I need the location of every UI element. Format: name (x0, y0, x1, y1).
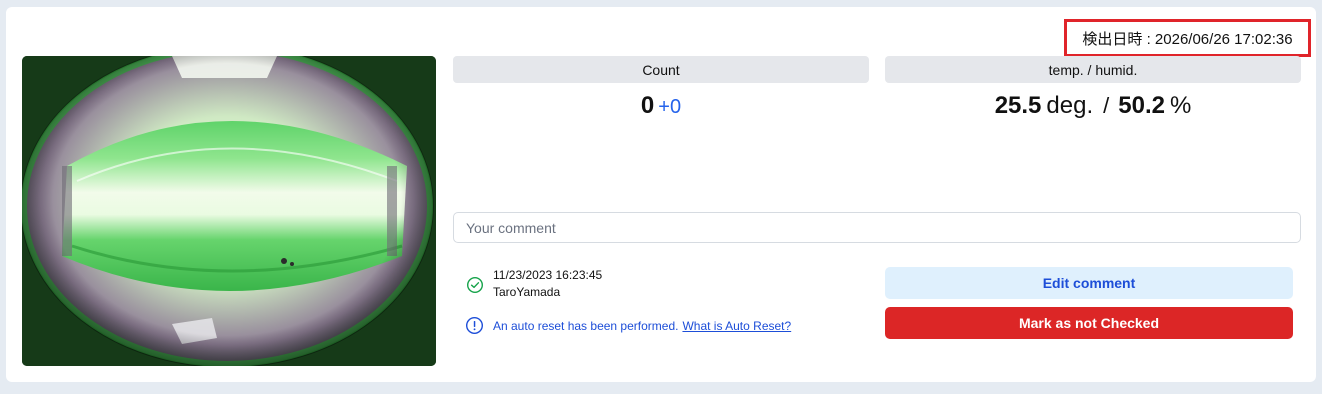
climate-separator: / (1103, 93, 1110, 118)
check-circle-icon (466, 276, 484, 294)
count-number: 0 (640, 92, 655, 119)
climate-header-label: temp. / humid. (1048, 61, 1138, 78)
temperature-value: 25.5 (994, 92, 1042, 119)
auto-reset-notice: An auto reset has been performed. What is… (493, 319, 791, 333)
checked-user: TaroYamada (493, 285, 561, 299)
camera-image-graphic (22, 56, 436, 366)
auto-reset-message: An auto reset has been performed. (493, 319, 679, 333)
count-header-label: Count (642, 61, 680, 78)
count-delta: +0 (658, 96, 682, 118)
mark-not-checked-button[interactable]: Mark as not Checked (885, 307, 1293, 339)
count-value: 0 +0 (453, 92, 869, 128)
auto-reset-help-link[interactable]: What is Auto Reset? (682, 319, 791, 333)
camera-image[interactable] (22, 56, 436, 366)
humidity-unit: % (1169, 92, 1192, 119)
detection-datetime: 検出日時 : 2026/06/26 17:02:36 (1064, 19, 1311, 57)
checked-datetime: 11/23/2023 16:23:45 (493, 268, 603, 282)
temperature-unit: deg. (1046, 92, 1094, 119)
comment-input[interactable] (453, 212, 1301, 243)
climate-header: temp. / humid. (885, 56, 1301, 83)
edit-comment-button[interactable]: Edit comment (885, 267, 1293, 299)
detection-datetime-label: 検出日時 : 2026/06/26 17:02:36 (1082, 30, 1293, 48)
climate-value: 25.5 deg. / 50.2 % (885, 92, 1301, 128)
humidity-value: 50.2 (1118, 92, 1165, 119)
info-icon (465, 316, 484, 335)
count-header: Count (453, 56, 869, 83)
